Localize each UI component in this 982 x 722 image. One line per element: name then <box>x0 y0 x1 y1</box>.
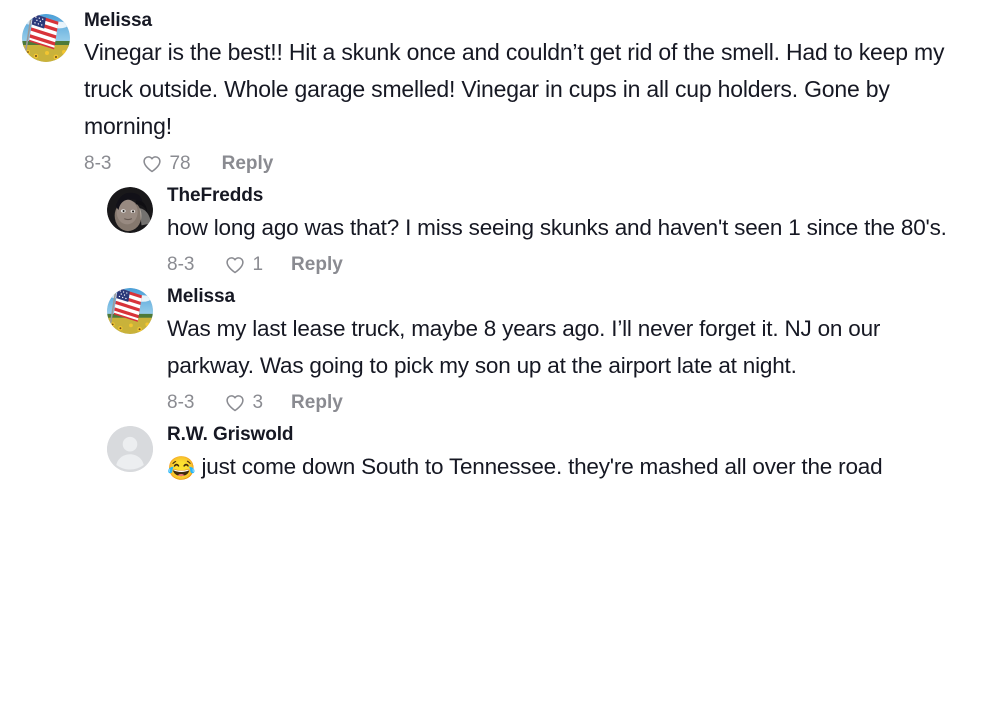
avatar[interactable] <box>22 14 70 62</box>
comment-text-content: just come down South to Tennessee. they'… <box>195 454 883 479</box>
like-button[interactable]: 1 <box>224 252 263 278</box>
like-count: 3 <box>252 392 264 413</box>
avatar[interactable] <box>107 288 153 334</box>
comment-text: Vinegar is the best!! Hit a skunk once a… <box>84 39 945 139</box>
like-button[interactable]: 3 <box>224 390 263 416</box>
comment-body: R.W. Griswold 😂 just come down South to T… <box>167 416 964 487</box>
comment-meta-row: 8-3 3 Reply <box>167 390 964 416</box>
comment-username[interactable]: Melissa <box>84 8 964 33</box>
like-count: 1 <box>252 254 264 275</box>
comment-date: 8-3 <box>84 153 112 174</box>
comment-text: 😂 just come down South to Tennessee. the… <box>167 448 964 487</box>
comment-body: Melissa Was my last lease truck, maybe 8 … <box>167 278 964 416</box>
avatar-image <box>107 426 153 472</box>
comment-date: 8-3 <box>167 254 195 275</box>
comment-text: how long ago was that? I miss seeing sku… <box>167 215 947 240</box>
comment-body: Melissa Vinegar is the best!! Hit a skunk… <box>84 0 964 177</box>
comment-item: Melissa Vinegar is the best!! Hit a skunk… <box>0 0 982 177</box>
heart-icon <box>141 153 163 175</box>
heart-icon <box>224 392 246 414</box>
comment-text: Was my last lease truck, maybe 8 years a… <box>167 316 881 378</box>
like-count: 78 <box>169 153 191 174</box>
comment-username[interactable]: TheFredds <box>167 183 964 208</box>
comment-username[interactable]: Melissa <box>167 284 964 309</box>
avatar-image <box>22 14 70 62</box>
comment-body: TheFredds how long ago was that? I miss s… <box>167 177 964 278</box>
comment-item: R.W. Griswold 😂 just come down South to T… <box>0 416 982 487</box>
comment-meta-row: 8-3 78 Reply <box>84 151 964 177</box>
heart-icon <box>224 254 246 276</box>
comment-item: Melissa Was my last lease truck, maybe 8 … <box>0 278 982 416</box>
like-button[interactable]: 78 <box>141 151 191 177</box>
reply-button[interactable]: Reply <box>222 151 274 177</box>
reply-button[interactable]: Reply <box>291 390 343 416</box>
joy-emoji-icon: 😂 <box>167 455 196 481</box>
comment-item: TheFredds how long ago was that? I miss s… <box>0 177 982 278</box>
comment-username[interactable]: R.W. Griswold <box>167 422 964 447</box>
comment-thread: Melissa Vinegar is the best!! Hit a skunk… <box>0 0 982 722</box>
comment-date: 8-3 <box>167 392 195 413</box>
avatar-image <box>107 187 153 233</box>
avatar[interactable] <box>107 187 153 233</box>
avatar-image <box>107 288 153 334</box>
reply-button[interactable]: Reply <box>291 252 343 278</box>
avatar[interactable] <box>107 426 153 472</box>
comment-meta-row: 8-3 1 Reply <box>167 252 964 278</box>
